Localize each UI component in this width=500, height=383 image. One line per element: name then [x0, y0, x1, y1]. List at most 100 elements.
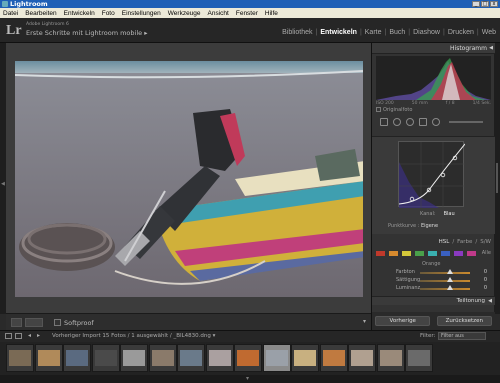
module-drucken[interactable]: Drucken: [448, 29, 474, 36]
back-arrow-icon[interactable]: ◂: [28, 333, 35, 339]
adjust-saturation-label: Sättigung: [396, 277, 421, 283]
original-photo-toggle[interactable]: Originalfoto: [376, 107, 412, 113]
tab-sw[interactable]: S/W: [480, 239, 491, 245]
module-diashow[interactable]: Diashow: [413, 29, 440, 36]
adjust-hue-label: Farbton: [396, 269, 415, 275]
graduated-filter-icon[interactable]: [419, 118, 427, 126]
module-bibliothek[interactable]: Bibliothek: [282, 29, 312, 36]
split-toning-header[interactable]: Teiltonung ◀: [372, 296, 495, 305]
adjust-hue-slider[interactable]: [420, 272, 470, 274]
red-eye-icon[interactable]: [406, 118, 414, 126]
adjust-hue-knob[interactable]: [447, 269, 453, 274]
crop-tool-icon[interactable]: [380, 118, 388, 126]
thumbnail-image: [351, 350, 373, 366]
filmstrip-thumbnail[interactable]: [120, 344, 148, 372]
expand-triangle-icon[interactable]: ◀: [488, 298, 492, 304]
filmstrip-thumbnail[interactable]: [63, 344, 91, 372]
module-karte[interactable]: Karte: [365, 29, 382, 36]
module-web[interactable]: Web: [482, 29, 496, 36]
original-photo-checkbox[interactable]: [376, 107, 381, 112]
tab-hsl[interactable]: HSL: [439, 239, 450, 245]
filmstrip-thumbnail[interactable]: [291, 344, 319, 372]
filter-select[interactable]: Filter aus: [438, 332, 486, 340]
menu-foto[interactable]: Foto: [102, 10, 115, 17]
tone-curve-graph[interactable]: [398, 141, 466, 208]
menu-bearbeiten[interactable]: Bearbeiten: [25, 10, 56, 17]
swatch-aqua[interactable]: [428, 250, 437, 256]
minimize-button[interactable]: _: [472, 1, 480, 7]
adjust-luminance-value[interactable]: 0: [484, 285, 487, 291]
filmstrip-source-info[interactable]: Vorheriger Import 15 Fotos / 1 ausgewähl…: [52, 333, 215, 339]
toolbar-content-dropdown[interactable]: ▾: [363, 318, 366, 325]
swatch-blue[interactable]: [441, 250, 450, 256]
filmstrip-collapse[interactable]: ▾: [0, 375, 500, 383]
menu-entwickeln[interactable]: Entwickeln: [64, 10, 95, 17]
filmstrip-thumbnail[interactable]: [348, 344, 376, 372]
filmstrip-thumbnail[interactable]: [234, 344, 262, 372]
menu-einstellungen[interactable]: Einstellungen: [122, 10, 161, 17]
adjust-luminance-slider[interactable]: [420, 288, 470, 290]
filmstrip-thumbnail[interactable]: [405, 344, 433, 372]
spot-removal-icon[interactable]: [393, 118, 401, 126]
thumbnail-image: [180, 350, 202, 366]
photo-canvas[interactable]: [6, 43, 371, 313]
filmstrip-thumbnail[interactable]: [91, 344, 120, 372]
maximize-button[interactable]: □: [481, 1, 489, 7]
tab-farbe[interactable]: Farbe: [457, 239, 472, 245]
swatch-green[interactable]: [415, 250, 424, 256]
lightroom-logo: Lr: [6, 23, 22, 38]
point-curve-select[interactable]: Punktkurve : Eigene: [388, 223, 438, 229]
module-entwickeln[interactable]: Entwickeln: [320, 29, 357, 36]
module-buch[interactable]: Buch: [389, 29, 405, 36]
swatch-purple[interactable]: [454, 250, 463, 256]
swatch-yellow[interactable]: [402, 250, 411, 256]
filmstrip-thumbnail[interactable]: [177, 344, 205, 372]
menu-fenster[interactable]: Fenster: [236, 10, 258, 17]
app-icon: [2, 1, 8, 7]
swatch-magenta[interactable]: [467, 250, 476, 256]
point-curve-label: Punktkurve :: [388, 223, 420, 229]
adjust-luminance-knob[interactable]: [447, 285, 453, 290]
orange-group-label: Orange: [422, 261, 441, 267]
filmstrip-thumbnail[interactable]: [6, 344, 34, 372]
photo-boat-on-beach[interactable]: [15, 61, 363, 297]
brush-slider[interactable]: [449, 121, 483, 123]
menu-ansicht[interactable]: Ansicht: [208, 10, 229, 17]
menu-werkzeuge[interactable]: Werkzeuge: [168, 10, 201, 17]
radial-filter-icon[interactable]: [432, 118, 440, 126]
thumbnail-image: [123, 350, 145, 366]
filmstrip-thumbnail[interactable]: [376, 344, 405, 372]
menu-datei[interactable]: Datei: [3, 10, 18, 17]
reset-button[interactable]: Zurücksetzen: [436, 316, 492, 326]
catalog-title[interactable]: Erste Schritte mit Lightroom mobile ▸: [26, 29, 147, 37]
previous-button[interactable]: Vorherige: [375, 316, 431, 326]
softproof-checkbox[interactable]: [54, 319, 61, 326]
adjust-saturation-slider[interactable]: [420, 280, 470, 282]
forward-arrow-icon[interactable]: ▸: [37, 333, 44, 339]
adjust-hue-value[interactable]: 0: [484, 269, 487, 275]
hsl-all-button[interactable]: Alle: [482, 250, 491, 256]
focal-length: 50 mm: [411, 101, 428, 106]
channel-value[interactable]: Blau: [444, 211, 455, 217]
filmstrip-thumbnail[interactable]: [319, 344, 348, 372]
adjust-saturation-knob[interactable]: [447, 277, 453, 282]
filmstrip-thumbnail[interactable]: [205, 344, 234, 372]
point-curve-value[interactable]: Eigene: [421, 223, 438, 229]
collapse-triangle-icon[interactable]: ◀: [489, 45, 493, 51]
thumbnail-image: [294, 350, 316, 366]
close-button[interactable]: x: [490, 1, 498, 7]
menu-hilfe[interactable]: Hilfe: [265, 10, 278, 17]
histogram[interactable]: [376, 56, 491, 100]
filmstrip-thumbnail[interactable]: [262, 344, 291, 372]
curve-channel[interactable]: Kanal: Blau: [420, 211, 455, 217]
loupe-view-button[interactable]: [11, 318, 22, 327]
swatch-red[interactable]: [376, 250, 385, 256]
filmstrip-thumbnail[interactable]: [34, 344, 63, 372]
filmstrip-thumbnail[interactable]: [148, 344, 177, 372]
before-after-button[interactable]: [25, 318, 43, 327]
adjust-saturation-value[interactable]: 0: [484, 277, 487, 283]
swatch-orange[interactable]: [389, 250, 398, 256]
monitor-2-icon[interactable]: [15, 333, 22, 339]
histogram-header[interactable]: Histogramm ◀: [372, 43, 495, 54]
monitor-1-icon[interactable]: [5, 333, 12, 339]
